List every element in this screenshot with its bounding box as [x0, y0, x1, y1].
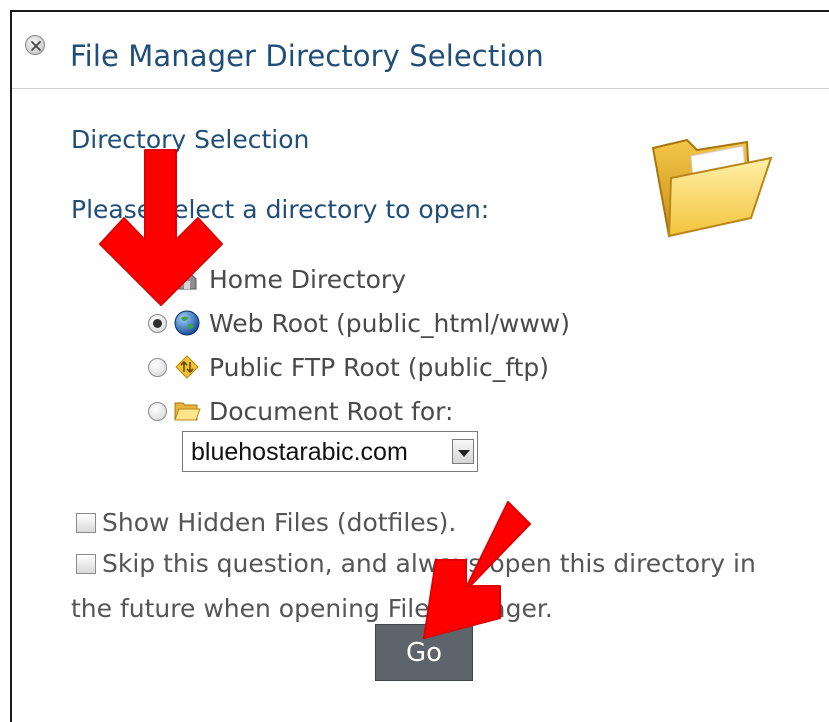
home-icon — [177, 269, 197, 290]
file-manager-dialog: File Manager Directory Selection Directo… — [10, 10, 829, 722]
globe-icon — [174, 310, 200, 336]
skip-question-row[interactable]: Skip this question, and always open this… — [76, 549, 756, 578]
option-web-root[interactable]: Web Root (public_html/www) — [148, 305, 570, 341]
directory-prompt: Please select a directory to open: — [71, 195, 490, 224]
skip-question-checkbox[interactable] — [76, 553, 96, 574]
chevron-down-icon[interactable] — [452, 439, 474, 464]
web-root-label: Web Root (public_html/www) — [209, 308, 570, 338]
skip-question-label-continued: the future when opening File Manager. — [71, 594, 553, 623]
document-root-radio[interactable] — [148, 401, 167, 421]
close-icon[interactable] — [25, 35, 45, 55]
public-ftp-label: Public FTP Root (public_ftp) — [209, 352, 550, 382]
skip-question-label: Skip this question, and always open this… — [102, 549, 756, 578]
show-hidden-files-checkbox[interactable] — [76, 512, 96, 533]
dialog-titlebar: File Manager Directory Selection — [12, 12, 829, 89]
web-root-radio[interactable] — [148, 313, 167, 333]
public-ftp-radio[interactable] — [148, 357, 167, 377]
close-glyph — [31, 41, 41, 51]
show-hidden-files-label: Show Hidden Files (dotfiles). — [102, 508, 457, 537]
go-button[interactable]: Go — [375, 624, 473, 681]
ftp-icon — [175, 355, 199, 379]
option-home-directory[interactable]: Home Directory — [148, 261, 406, 297]
option-public-ftp-root[interactable]: Public FTP Root (public_ftp) — [148, 349, 549, 385]
show-hidden-files-row[interactable]: Show Hidden Files (dotfiles). — [76, 508, 456, 537]
folder-icon — [174, 402, 201, 421]
option-document-root[interactable]: Document Root for: — [148, 393, 453, 429]
section-title: Directory Selection — [71, 125, 310, 154]
dialog-title: File Manager Directory Selection — [70, 39, 544, 73]
home-directory-label: Home Directory — [209, 264, 406, 294]
folder-illustration-icon — [651, 138, 773, 238]
domain-select[interactable]: bluehostarabic.com — [182, 431, 478, 472]
document-root-label: Document Root for: — [209, 396, 454, 426]
domain-select-value: bluehostarabic.com — [191, 438, 408, 466]
